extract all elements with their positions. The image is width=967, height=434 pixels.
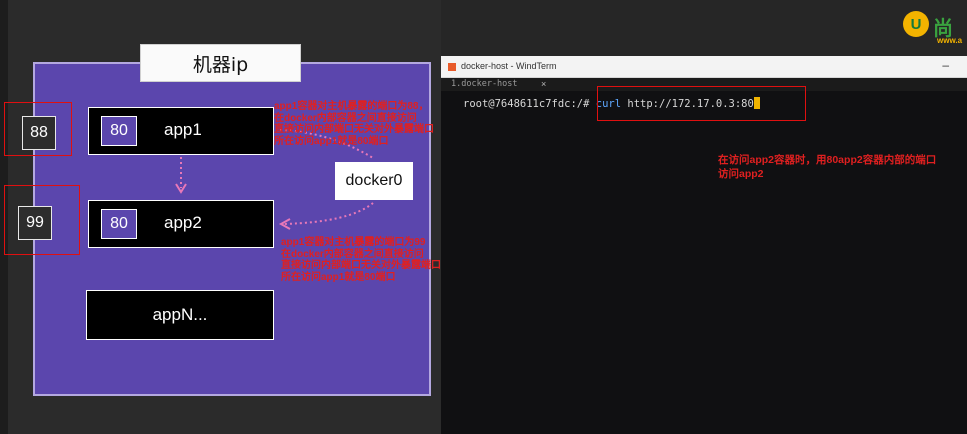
app1-note-line: 在docker内部容器之间直接访问 [274,112,417,124]
minimize-button[interactable]: – [942,58,949,72]
app1-note-line: app1容器对主机暴露的端口为88， [274,101,429,112]
logo-u-icon: U [903,11,929,37]
app1-note-line: 所在访问app1就是80端口 [274,135,389,147]
app2-note: app1容器对主机暴露的端口为99 在docker内部容器之间直接访问 直接访问… [281,237,441,283]
app1-note: app1容器对主机暴露的端口为88， 在docker内部容器之间直接访问 直接访… [274,101,434,147]
tab-close-icon[interactable]: × [541,78,546,91]
terminal-window-title: docker-host - WindTerm [461,61,557,71]
tab-docker-host[interactable]: 1.docker-host [445,78,518,91]
app2-note-line: 所在访问app1就是80端口 [281,271,396,283]
annotation-line: 在访问app2容器时，用80app2容器内部的端口 [718,154,937,166]
app2-note-line: 在docker内部容器之间直接访问 [281,248,424,260]
arrow-docker0-to-app2 [283,202,374,225]
app2-access-annotation: 在访问app2容器时，用80app2容器内部的端口 访问app2 [718,153,936,181]
app1-note-line: 直接访问内部端口无关对外暴露端口 [274,124,434,135]
terminal-titlebar[interactable]: docker-host - WindTerm – [441,56,967,78]
logo-subtext: www.a [937,36,963,45]
app2-note-line: app1容器对主机暴露的端口为99 [281,237,426,248]
curl-command-highlight [597,86,806,121]
annotation-line: 访问app2 [718,168,764,180]
windterm-app-icon [448,63,456,71]
brand-logo: U 尚 www.a [903,10,967,45]
terminal-prompt: root@7648611c7fdc:/# [463,98,596,110]
app2-note-line: 直接访问内部端口无关对外暴露端口 [281,260,441,271]
